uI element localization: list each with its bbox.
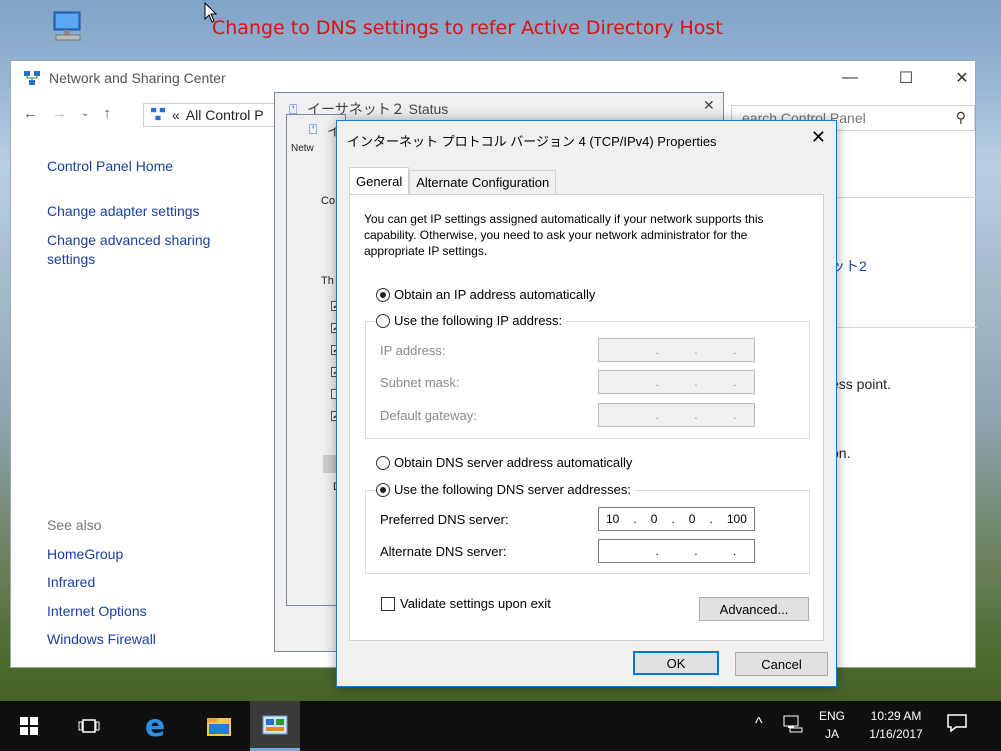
octet-1: 10: [606, 512, 620, 526]
keyboard-code: JA: [824, 727, 839, 741]
task-view-icon[interactable]: [64, 701, 114, 751]
show-hidden-icons-chevron-icon[interactable]: ^: [755, 715, 763, 733]
start-windows-icon[interactable]: [4, 701, 54, 751]
language-code: ENG: [818, 709, 845, 723]
infrared-link[interactable]: Infrared: [47, 568, 156, 597]
general-panel: You can get IP settings assigned automat…: [349, 194, 824, 641]
change-adapter-settings-link[interactable]: Change adapter settings: [47, 202, 237, 221]
annotation-caption: Change to DNS settings to refer Active D…: [212, 17, 723, 39]
network-tray-icon[interactable]: [782, 714, 804, 739]
obtain-dns-auto-label: Obtain DNS server address automatically: [394, 455, 633, 470]
ip-address-field[interactable]: ...: [598, 338, 755, 362]
use-dns-radio[interactable]: Use the following DNS server addresses:: [376, 482, 635, 497]
radio-selected-icon: [376, 287, 390, 302]
close-button[interactable]: ✕: [939, 61, 985, 95]
this-connection-fragment: Th: [321, 275, 334, 287]
dialog-title: インターネット プロトコル バージョン 4 (TCP/IPv4) Propert…: [347, 134, 717, 149]
forward-arrow-icon[interactable]: →: [52, 105, 67, 122]
use-ip-label: Use the following IP address:: [394, 313, 563, 328]
window-title: Network and Sharing Center: [49, 70, 226, 86]
network-center-icon: [23, 70, 41, 86]
ipv4-properties-dialog: インターネット プロトコル バージョン 4 (TCP/IPv4) Propert…: [336, 120, 837, 687]
clock-date: 1/16/2017: [869, 727, 923, 741]
tab-general[interactable]: General: [349, 167, 410, 194]
use-dns-label: Use the following DNS server addresses:: [394, 482, 631, 497]
description-text: You can get IP settings assigned automat…: [364, 212, 764, 258]
preferred-dns-field[interactable]: 10. 0. 0. 100: [598, 507, 755, 531]
input-language-indicator[interactable]: ENG JA: [814, 707, 850, 743]
cancel-button[interactable]: Cancel: [735, 652, 828, 676]
ok-button[interactable]: OK: [633, 651, 719, 675]
breadcrumb-overflow-icon[interactable]: «: [172, 107, 180, 123]
radio-selected-icon: [376, 482, 390, 497]
change-advanced-sharing-link[interactable]: Change advanced sharing settings: [47, 231, 237, 269]
chevron-down-icon[interactable]: ⌄: [81, 108, 89, 119]
advanced-button[interactable]: Advanced...: [699, 597, 809, 621]
dialog-close-button[interactable]: ✕: [811, 127, 826, 148]
clock-time: 10:29 AM: [870, 709, 922, 723]
left-navigation: Control Panel Home Change adapter settin…: [47, 157, 237, 279]
use-ip-radio[interactable]: Use the following IP address:: [376, 313, 567, 328]
default-gateway-label: Default gateway:: [380, 408, 477, 423]
validate-settings-label: Validate settings upon exit: [400, 596, 551, 611]
control-panel-home-link[interactable]: Control Panel Home: [47, 157, 237, 176]
action-center-icon[interactable]: [946, 713, 968, 738]
breadcrumb[interactable]: All Control P: [186, 107, 264, 123]
maximize-button[interactable]: ☐: [883, 61, 929, 95]
access-text-fragment: ess point.: [831, 376, 891, 392]
default-gateway-field[interactable]: ...: [598, 403, 755, 427]
taskbar: e ^ ENG JA 10:29 AM 1/16/2017: [0, 701, 1001, 751]
clock[interactable]: 10:29 AM 1/16/2017: [858, 707, 934, 743]
windows-firewall-link[interactable]: Windows Firewall: [47, 625, 156, 654]
networking-tab-fragment[interactable]: Netw: [291, 143, 314, 154]
internet-options-link[interactable]: Internet Options: [47, 597, 156, 626]
address-bar[interactable]: « All Control P: [143, 103, 283, 127]
back-arrow-icon[interactable]: ←: [23, 105, 38, 122]
checkbox-unchecked-icon: [381, 596, 395, 611]
octet-2: 0: [650, 512, 658, 526]
obtain-ip-auto-radio[interactable]: Obtain an IP address automatically: [376, 287, 600, 302]
tab-alternate-configuration[interactable]: Alternate Configuration: [409, 170, 557, 194]
octet-4: 100: [726, 512, 747, 526]
file-explorer-icon[interactable]: [194, 701, 244, 751]
radio-unselected-icon: [376, 455, 390, 470]
obtain-ip-auto-label: Obtain an IP address automatically: [394, 287, 596, 302]
octet-3: 0: [688, 512, 696, 526]
validate-settings-checkbox[interactable]: Validate settings upon exit: [381, 596, 551, 611]
divider: [831, 327, 977, 328]
edge-browser-icon[interactable]: e: [130, 701, 180, 751]
subnet-mask-field[interactable]: ...: [598, 370, 755, 394]
ip-address-label: IP address:: [380, 343, 446, 358]
see-also-section: See also HomeGroup Infrared Internet Opt…: [47, 511, 156, 654]
preferred-dns-label: Preferred DNS server:: [380, 512, 509, 527]
see-also-header: See also: [47, 517, 102, 533]
connect-fragment: Co: [321, 195, 336, 207]
minimize-button[interactable]: —: [827, 61, 873, 95]
tab-strip: General Alternate Configuration: [349, 167, 557, 194]
network-adapter-icon: ⍞: [309, 121, 318, 137]
homegroup-link[interactable]: HomeGroup: [47, 540, 156, 569]
up-arrow-icon[interactable]: ↑: [103, 105, 111, 122]
alternate-dns-label: Alternate DNS server:: [380, 544, 507, 559]
status-close-icon[interactable]: ✕: [703, 97, 715, 114]
search-icon[interactable]: ⚲: [956, 109, 966, 126]
control-panel-taskbar-icon[interactable]: [250, 701, 300, 751]
network-center-icon: [150, 107, 166, 124]
alternate-dns-field[interactable]: ...: [598, 539, 755, 563]
divider: [831, 197, 977, 198]
subnet-mask-label: Subnet mask:: [380, 375, 460, 390]
obtain-dns-auto-radio[interactable]: Obtain DNS server address automatically: [376, 455, 637, 470]
radio-unselected-icon: [376, 313, 390, 328]
desktop-network-icon[interactable]: [48, 8, 88, 48]
